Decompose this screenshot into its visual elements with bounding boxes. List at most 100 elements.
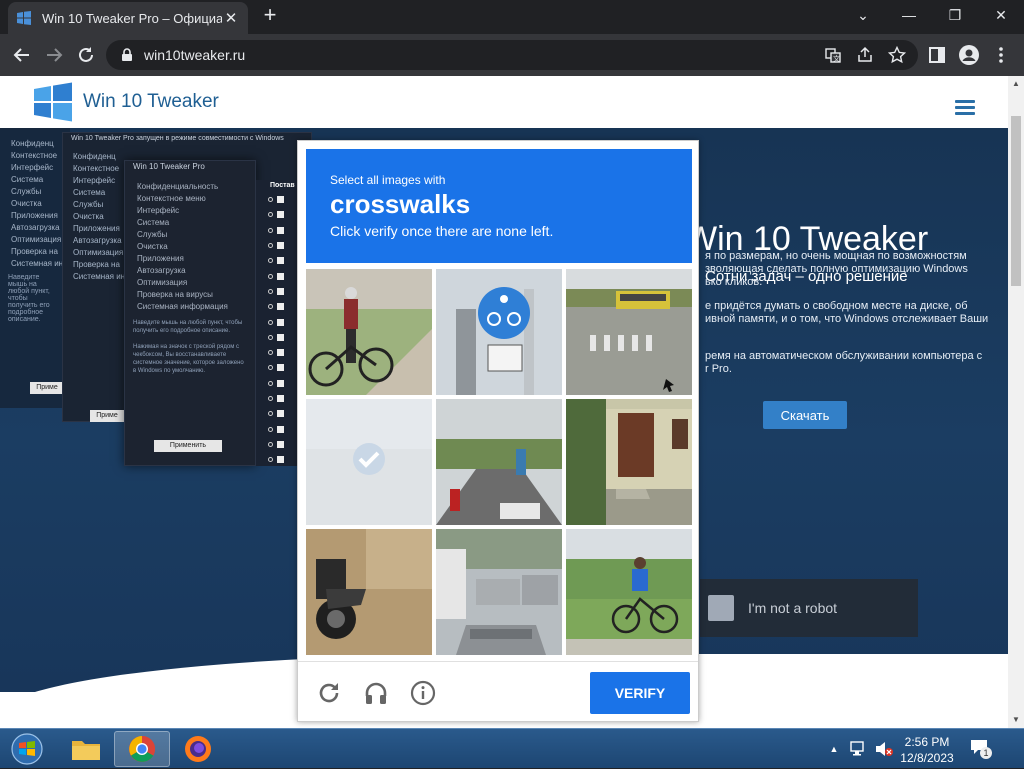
side-panel-icon[interactable] <box>924 42 950 68</box>
reload-icon[interactable] <box>316 680 342 706</box>
browser-toolbar: win10tweaker.ru 文 <box>0 34 1024 76</box>
captcha-tile[interactable] <box>306 529 432 655</box>
app-checkbox <box>277 242 284 250</box>
app-checkbox-row <box>256 223 300 238</box>
address-bar[interactable]: win10tweaker.ru <box>106 40 918 70</box>
download-button[interactable]: Скачать <box>763 401 847 429</box>
reset-icon <box>268 273 273 279</box>
app-screenshot-left: Конфиденц Контекстное Интерфейс Система Служ… <box>0 128 70 408</box>
reset-icon <box>268 319 273 325</box>
app-hint2-front: Нажимая на значок с треской рядом с чекб… <box>133 344 244 374</box>
app-menu-item: Интерфейс <box>11 163 54 172</box>
hamburger-menu-icon[interactable] <box>955 100 975 116</box>
scroll-up-icon[interactable]: ▲ <box>1008 76 1024 92</box>
app-menu-item: Очистка <box>11 199 42 208</box>
app-checkbox <box>277 349 284 357</box>
scrollbar-thumb[interactable] <box>1011 116 1021 286</box>
verify-button[interactable]: VERIFY <box>590 672 690 714</box>
app-checkbox <box>277 272 284 280</box>
app-checkbox <box>277 196 284 204</box>
app-menu-item: Система <box>137 218 170 227</box>
tab-close-icon[interactable]: ✕ <box>222 9 240 27</box>
captcha-tile[interactable] <box>566 269 692 395</box>
reset-icon <box>268 304 273 310</box>
captcha-tile[interactable] <box>436 269 562 395</box>
profile-avatar-icon[interactable] <box>956 42 982 68</box>
captcha-tile[interactable] <box>306 269 432 395</box>
site-brand[interactable]: Win 10 Tweaker <box>83 91 219 113</box>
windows-start-icon <box>11 733 43 765</box>
forward-button[interactable] <box>41 42 67 68</box>
captcha-tile-selected[interactable] <box>306 399 432 525</box>
reset-icon <box>268 334 273 340</box>
tab-title: Win 10 Tweaker Pro – Официал <box>42 10 222 26</box>
back-button[interactable] <box>9 42 35 68</box>
tab-search-icon[interactable]: ⌄ <box>840 0 886 30</box>
app-checkbox <box>277 364 284 372</box>
app-checkbox <box>277 395 284 402</box>
app-menu-item: Системная ин <box>11 259 64 268</box>
recaptcha-checkbox[interactable] <box>708 595 734 621</box>
reset-icon <box>268 350 273 356</box>
action-center-button[interactable]: 1 <box>970 739 992 759</box>
captcha-tile[interactable] <box>566 399 692 525</box>
info-icon[interactable] <box>410 680 436 706</box>
reset-icon <box>268 365 273 371</box>
chrome-menu-icon[interactable] <box>988 42 1014 68</box>
app-checkbox-row <box>256 376 300 391</box>
chrome-taskbar-button[interactable] <box>114 731 170 767</box>
app-checkbox-row <box>256 452 300 467</box>
restore-button[interactable]: ❐ <box>932 0 978 30</box>
captcha-image-grid <box>306 269 692 655</box>
audio-icon[interactable] <box>363 680 389 706</box>
new-tab-button[interactable]: + <box>258 4 282 28</box>
reset-icon <box>268 457 273 463</box>
app-checkbox <box>277 257 284 265</box>
start-button[interactable] <box>2 731 52 767</box>
close-window-button[interactable]: ✕ <box>978 0 1024 30</box>
captcha-tile[interactable] <box>436 529 562 655</box>
show-hidden-icons-icon[interactable]: ▲ <box>826 729 842 769</box>
network-icon[interactable] <box>850 741 868 757</box>
page-scrollbar[interactable]: ▲ ▼ <box>1008 76 1024 728</box>
windows-taskbar: ▲ 2:56 PM 12/8/2023 1 <box>0 728 1024 768</box>
reset-icon <box>268 411 273 417</box>
bookmark-star-icon[interactable] <box>884 42 910 68</box>
captcha-target: crosswalks <box>330 189 471 219</box>
reset-icon <box>268 396 273 401</box>
scroll-down-icon[interactable]: ▼ <box>1008 712 1024 728</box>
captcha-tile[interactable] <box>436 399 562 525</box>
captcha-tile[interactable] <box>566 529 692 655</box>
app-checkbox-row <box>256 299 300 314</box>
app-checkbox-row <box>256 192 300 207</box>
volume-muted-icon[interactable] <box>874 741 894 757</box>
share-icon[interactable] <box>852 42 878 68</box>
app-apply-button: Применить <box>154 440 222 452</box>
captcha-challenge: Select all images with crosswalks Click … <box>297 140 699 722</box>
app-checkbox-row <box>256 238 300 253</box>
translate-icon[interactable]: 文 <box>820 42 846 68</box>
browser-tab[interactable]: Win 10 Tweaker Pro – Официал ✕ <box>8 2 248 34</box>
app-menu-item: Оптимизация <box>137 278 188 287</box>
chrome-icon <box>129 735 156 762</box>
app-column-head: Постав <box>270 182 295 189</box>
hero-paragraph-3: ремя на автоматическом обслуживании комп… <box>705 350 983 375</box>
win10tweaker-logo-icon[interactable] <box>32 81 74 123</box>
app-checkbox-row <box>256 391 300 406</box>
app-checkbox <box>277 287 284 295</box>
app-menu-item: Проверка на <box>11 247 58 256</box>
reset-icon <box>268 380 273 386</box>
system-clock[interactable]: 2:56 PM 12/8/2023 <box>898 734 956 766</box>
firefox-icon <box>185 736 211 762</box>
app-menu-item: Система <box>11 175 44 184</box>
reload-button[interactable] <box>73 42 99 68</box>
captcha-header: Select all images with crosswalks Click … <box>306 149 692 263</box>
app-checkbox-row <box>256 207 300 222</box>
win10tweaker-favicon-icon <box>17 11 31 25</box>
browser-titlebar: Win 10 Tweaker Pro – Официал ✕ + ⌄ — ❐ ✕ <box>0 0 1024 34</box>
minimize-button[interactable]: — <box>886 0 932 30</box>
app-menu-item: Приложения <box>137 254 184 263</box>
app-checkbox <box>277 379 284 387</box>
file-explorer-button[interactable] <box>58 731 114 767</box>
firefox-taskbar-button[interactable] <box>170 731 226 767</box>
